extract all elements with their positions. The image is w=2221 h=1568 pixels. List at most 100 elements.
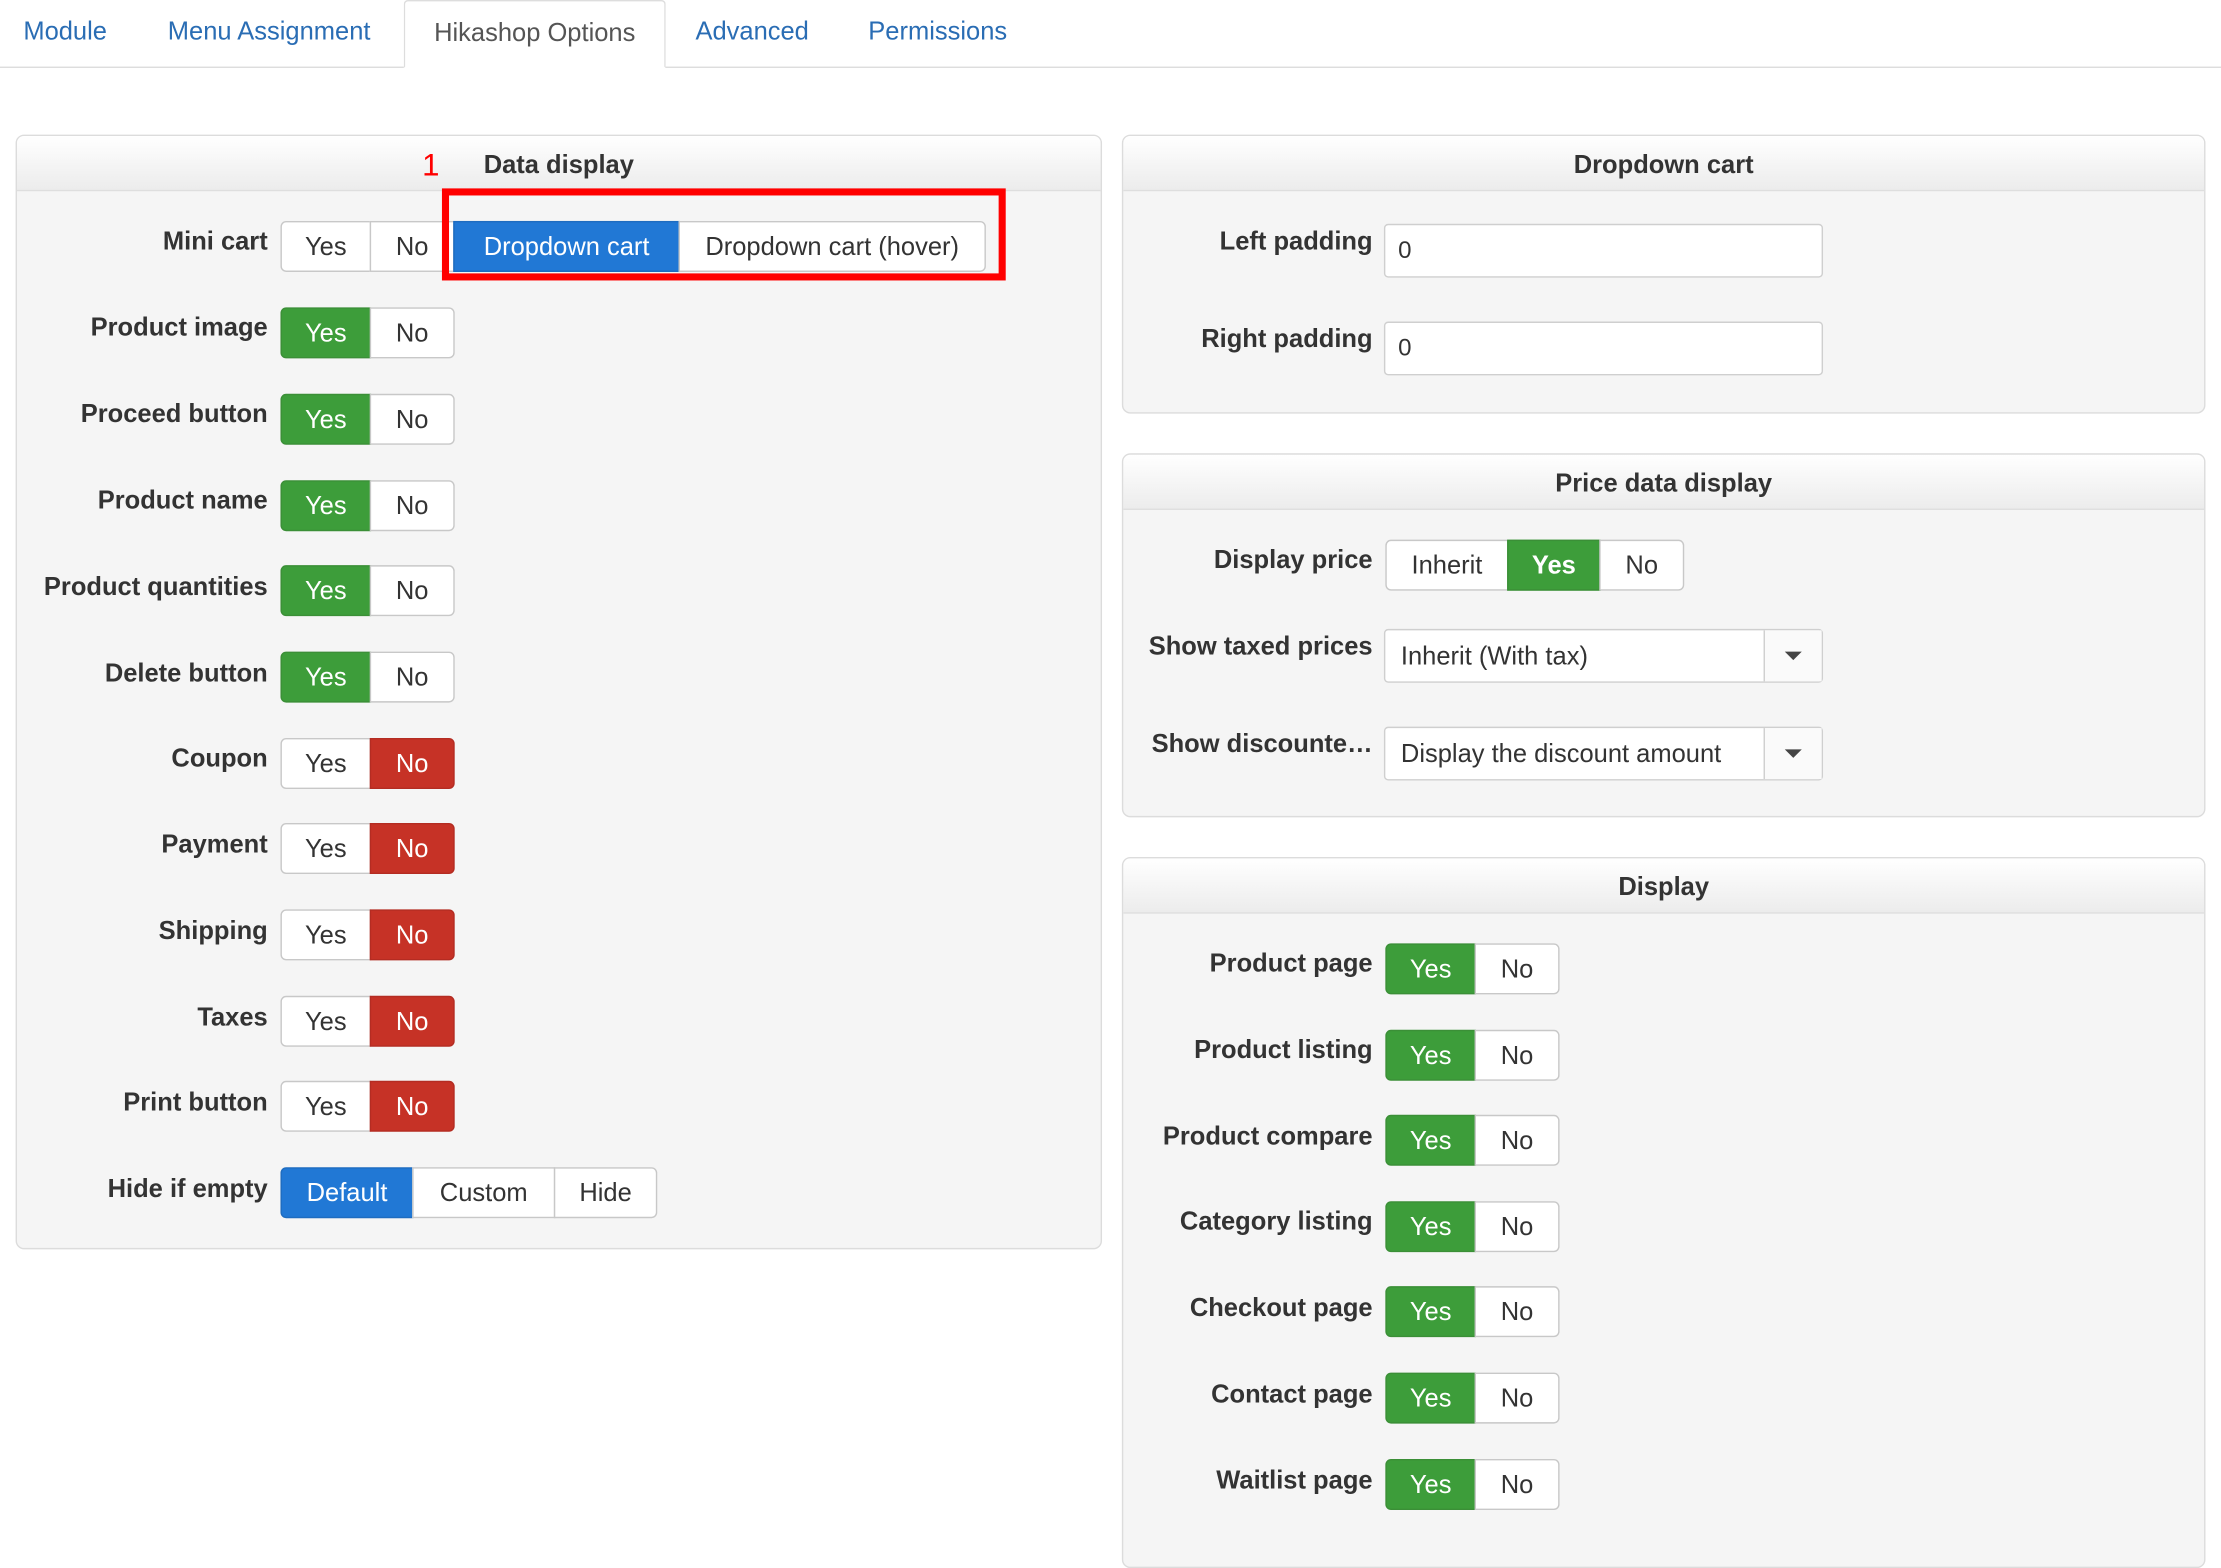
- product-listing-no-button[interactable]: No: [1474, 1029, 1560, 1081]
- show-discounted-dropdown-toggle[interactable]: [1763, 728, 1822, 780]
- product-page-label: Product page: [1209, 949, 1373, 978]
- product-listing-yes-button[interactable]: Yes: [1385, 1029, 1476, 1081]
- checkout-page-yes-button[interactable]: Yes: [1385, 1286, 1476, 1338]
- left-padding-label: Left padding: [1219, 226, 1373, 255]
- tab-hikashop-options[interactable]: Hikashop Options: [403, 0, 666, 68]
- shipping-yes-button[interactable]: Yes: [280, 909, 372, 961]
- data-display-title: Data display: [16, 135, 1101, 192]
- proceed-button-label: Proceed button: [80, 399, 268, 428]
- proceed-button-yes-button[interactable]: Yes: [280, 393, 372, 445]
- display-price-inherit-button[interactable]: Inherit: [1385, 539, 1509, 591]
- product-compare-no-button[interactable]: No: [1474, 1114, 1560, 1166]
- hide-if-empty-label: Hide if empty: [107, 1174, 268, 1203]
- tab-module[interactable]: Module: [0, 0, 130, 65]
- mini-cart-yes-button[interactable]: Yes: [280, 220, 372, 272]
- right-padding-label: Right padding: [1201, 324, 1373, 353]
- category-listing-no-button[interactable]: No: [1474, 1201, 1560, 1253]
- shipping-label: Shipping: [158, 916, 268, 945]
- taxes-toggle: Yes No: [280, 995, 455, 1047]
- mini-cart-label: Mini cart: [162, 226, 268, 255]
- waitlist-page-no-button[interactable]: No: [1474, 1458, 1560, 1510]
- show-taxed-prices-label: Show taxed prices: [1148, 631, 1373, 661]
- display-price-yes-button[interactable]: Yes: [1507, 539, 1601, 591]
- category-listing-yes-button[interactable]: Yes: [1385, 1201, 1476, 1253]
- tab-menu-assignment[interactable]: Menu Assignment: [136, 0, 402, 65]
- payment-no-button[interactable]: No: [369, 822, 455, 874]
- checkout-page-no-button[interactable]: No: [1474, 1286, 1560, 1338]
- show-discounted-label: Show discounte…: [1151, 729, 1373, 758]
- delete-button-no-button[interactable]: No: [369, 651, 455, 703]
- show-discounted-value: Display the discount amount: [1400, 739, 1722, 768]
- contact-page-no-button[interactable]: No: [1474, 1372, 1560, 1424]
- product-name-no-button[interactable]: No: [369, 480, 455, 532]
- delete-button-yes-button[interactable]: Yes: [280, 651, 372, 703]
- waitlist-page-label: Waitlist page: [1216, 1466, 1373, 1495]
- product-quantities-no-button[interactable]: No: [369, 565, 455, 617]
- price-data-display-panel: Price data display Display price Inherit…: [1121, 453, 2206, 818]
- payment-toggle: Yes No: [280, 822, 455, 874]
- product-image-yes-button[interactable]: Yes: [280, 307, 372, 359]
- display-price-label: Display price: [1213, 545, 1373, 574]
- print-button-label: Print button: [123, 1087, 268, 1117]
- left-padding-input[interactable]: 0: [1383, 223, 1824, 278]
- shipping-no-button[interactable]: No: [369, 909, 455, 961]
- display-price-no-button[interactable]: No: [1599, 539, 1685, 591]
- proceed-button-toggle: Yes No: [280, 393, 455, 445]
- show-taxed-prices-value: Inherit (With tax): [1400, 641, 1588, 671]
- product-compare-toggle: Yes No: [1385, 1114, 1560, 1166]
- show-discounted-select[interactable]: Display the discount amount: [1383, 726, 1824, 781]
- caret-down-icon: [1784, 651, 1802, 661]
- hide-if-empty-default-button[interactable]: Default: [280, 1167, 414, 1219]
- product-compare-yes-button[interactable]: Yes: [1385, 1114, 1476, 1166]
- product-quantities-toggle: Yes No: [280, 565, 455, 617]
- show-taxed-prices-select[interactable]: Inherit (With tax): [1383, 628, 1824, 683]
- taxes-label: Taxes: [197, 1002, 268, 1032]
- waitlist-page-yes-button[interactable]: Yes: [1385, 1458, 1476, 1510]
- shipping-toggle: Yes No: [280, 909, 455, 961]
- coupon-yes-button[interactable]: Yes: [280, 737, 372, 789]
- print-button-toggle: Yes No: [280, 1080, 455, 1132]
- show-taxed-prices-dropdown-toggle[interactable]: [1763, 630, 1822, 682]
- print-button-no-button[interactable]: No: [369, 1080, 455, 1132]
- data-display-panel: Data display Mini cart Yes No Dropdown c…: [15, 134, 1103, 1250]
- contact-page-yes-button[interactable]: Yes: [1385, 1372, 1476, 1424]
- display-panel: Display Product page Yes No Product list…: [1121, 856, 2206, 1568]
- product-image-no-button[interactable]: No: [369, 307, 455, 359]
- payment-yes-button[interactable]: Yes: [280, 822, 372, 874]
- product-page-no-button[interactable]: No: [1474, 943, 1560, 995]
- product-quantities-yes-button[interactable]: Yes: [280, 565, 372, 617]
- tab-advanced[interactable]: Advanced: [666, 0, 839, 65]
- product-page-toggle: Yes No: [1385, 943, 1560, 995]
- display-title: Display: [1123, 858, 2205, 914]
- tab-permissions[interactable]: Permissions: [844, 0, 1031, 65]
- right-padding-input[interactable]: 0: [1383, 321, 1824, 376]
- display-price-toggle: Inherit Yes No: [1385, 539, 1685, 591]
- payment-label: Payment: [161, 830, 268, 859]
- checkout-page-label: Checkout page: [1189, 1293, 1373, 1322]
- product-quantities-label: Product quantities: [43, 572, 268, 601]
- taxes-no-button[interactable]: No: [369, 995, 455, 1047]
- print-button-yes-button[interactable]: Yes: [280, 1080, 372, 1132]
- product-image-label: Product image: [90, 313, 268, 342]
- product-image-toggle: Yes No: [280, 307, 455, 359]
- taxes-yes-button[interactable]: Yes: [280, 995, 372, 1047]
- category-listing-toggle: Yes No: [1385, 1201, 1560, 1253]
- category-listing-label: Category listing: [1179, 1206, 1373, 1236]
- contact-page-toggle: Yes No: [1385, 1372, 1560, 1424]
- proceed-button-no-button[interactable]: No: [369, 393, 455, 445]
- dropdown-cart-title: Dropdown cart: [1123, 135, 2205, 192]
- product-name-yes-button[interactable]: Yes: [280, 480, 372, 532]
- hide-if-empty-hide-button[interactable]: Hide: [553, 1167, 658, 1219]
- coupon-label: Coupon: [171, 743, 268, 772]
- product-page-yes-button[interactable]: Yes: [1385, 943, 1476, 995]
- annotation-number: 1: [422, 147, 440, 183]
- module-editor: Module Menu Assignment Hikashop Options …: [0, 0, 2221, 1568]
- delete-button-label: Delete button: [104, 658, 268, 688]
- coupon-toggle: Yes No: [280, 737, 455, 789]
- product-compare-label: Product compare: [1162, 1121, 1373, 1151]
- hide-if-empty-custom-button[interactable]: Custom: [412, 1167, 556, 1219]
- hide-if-empty-toggle: Default Custom Hide: [280, 1167, 658, 1219]
- coupon-no-button[interactable]: No: [369, 737, 455, 789]
- caret-down-icon: [1784, 749, 1802, 758]
- checkout-page-toggle: Yes No: [1385, 1286, 1560, 1338]
